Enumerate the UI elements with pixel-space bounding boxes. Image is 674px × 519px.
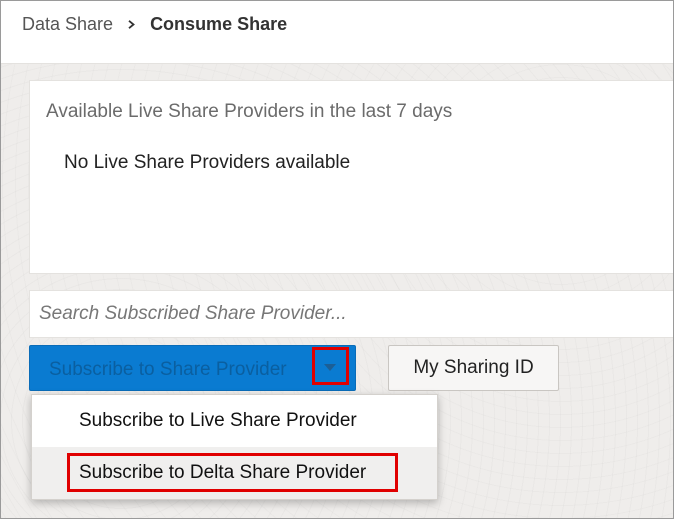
live-share-providers-panel: Available Live Share Providers in the la… [29, 80, 673, 274]
menu-item-subscribe-delta[interactable]: Subscribe to Delta Share Provider [32, 447, 437, 499]
caret-down-icon [324, 364, 336, 371]
menu-item-label: Subscribe to Live Share Provider [79, 410, 357, 431]
subscribe-to-share-provider-button[interactable]: Subscribe to Share Provider [29, 345, 356, 391]
page-header: Data Share Consume Share [1, 1, 673, 64]
search-input[interactable] [30, 291, 673, 337]
breadcrumb-current-page: Consume Share [150, 14, 288, 34]
subscribe-dropdown-menu: Subscribe to Live Share Provider Subscri… [31, 394, 438, 500]
chevron-right-icon [128, 20, 135, 29]
breadcrumb-data-share-link[interactable]: Data Share [22, 14, 113, 35]
app-frame: Data Share Consume Share Available Live … [0, 0, 674, 519]
search-box [29, 290, 673, 338]
subscribe-dropdown-toggle[interactable] [312, 347, 349, 385]
empty-state-message: No Live Share Providers available [64, 152, 351, 173]
breadcrumb: Data Share Consume Share [22, 14, 287, 35]
my-sharing-id-button[interactable]: My Sharing ID [388, 345, 559, 391]
subscribe-button-label: Subscribe to Share Provider [49, 359, 287, 380]
menu-item-subscribe-live[interactable]: Subscribe to Live Share Provider [32, 395, 437, 447]
panel-title: Available Live Share Providers in the la… [46, 101, 453, 122]
menu-item-label: Subscribe to Delta Share Provider [79, 462, 367, 483]
